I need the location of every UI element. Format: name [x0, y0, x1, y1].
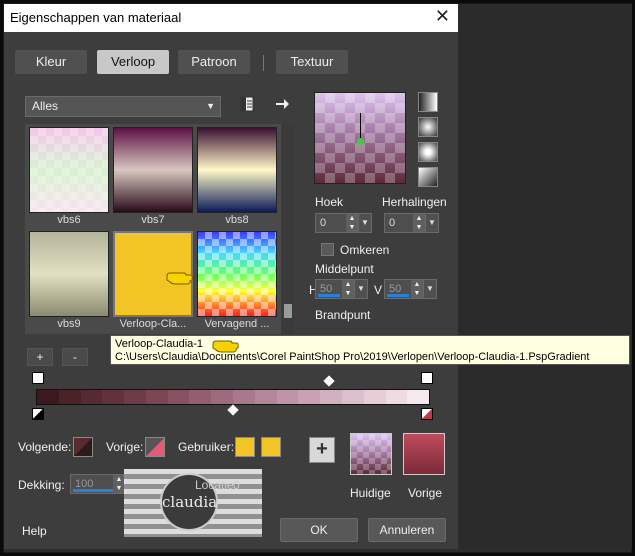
gradient-thumb[interactable] [29, 127, 109, 213]
scrollbar-thumb[interactable] [284, 304, 292, 318]
tooltip-path: C:\Users\Claudia\Documents\Corel PaintSh… [115, 351, 590, 363]
midpoint-v-field[interactable]: 50 ▲ ▼ ▼ [384, 279, 437, 299]
next-color-swatch[interactable] [73, 437, 93, 457]
gradient-thumb[interactable] [197, 127, 277, 213]
tab-separator [263, 55, 264, 71]
gradient-label: Vervagend ... [204, 318, 270, 330]
tab-patroon[interactable]: Patroon [178, 50, 250, 74]
add-stop-button[interactable]: + [27, 348, 53, 366]
current-label: Huidige [350, 486, 391, 500]
invert-checkbox[interactable] [321, 243, 334, 256]
chevron-down-icon[interactable]: ▼ [423, 279, 437, 299]
midpoint-label: Middelpunt [315, 262, 374, 276]
ok-button[interactable]: OK [280, 518, 358, 542]
remove-stop-button[interactable]: - [62, 348, 88, 366]
tab-kleur[interactable]: Kleur [15, 50, 87, 74]
chevron-down-icon[interactable]: ▼ [425, 213, 439, 233]
v-label: V [374, 283, 383, 297]
angle-value: 0 [320, 217, 327, 229]
previous-swatch[interactable] [403, 433, 445, 475]
gallery-scrollbar[interactable] [282, 124, 294, 334]
focal-label: Brandpunt [315, 308, 371, 322]
midpoint-h-field[interactable]: 50 ▲ ▼ ▼ [315, 279, 368, 299]
window-title: Eigenschappen van materiaal [10, 10, 182, 25]
spin-buttons[interactable]: ▲ ▼ [346, 214, 358, 232]
hand-pointer-icon [166, 268, 194, 291]
previous-label: Vorige [408, 486, 443, 500]
close-icon[interactable]: ✕ [435, 6, 450, 27]
sunburst-style-icon[interactable] [418, 167, 438, 187]
color-stop-marker[interactable] [421, 408, 433, 420]
spin-buttons[interactable]: ▲ ▼ [342, 280, 354, 298]
category-value: Alles [32, 99, 59, 113]
watermark-text: claudia [162, 493, 218, 511]
invert-label: Omkeren [340, 243, 390, 257]
location-value: 0 [233, 478, 240, 492]
opacity-stop-marker[interactable] [421, 372, 433, 384]
radial-style-icon[interactable] [418, 142, 438, 162]
title-bar: Eigenschappen van materiaal ✕ [4, 4, 458, 32]
add-swatch-icon[interactable]: + [309, 437, 335, 463]
gradient-tooltip: Verloop-Claudia-1 C:\Users\Claudia\Docum… [110, 335, 630, 365]
gradient-thumb[interactable] [29, 231, 109, 317]
category-dropdown[interactable]: Alles ▼ [25, 96, 221, 117]
v-slider-bar [387, 294, 409, 297]
file-browser-icon[interactable] [238, 96, 256, 114]
angle-field[interactable]: 0 ▲ ▼ ▼ [315, 213, 372, 233]
hand-pointer-icon [212, 336, 240, 359]
current-swatch[interactable] [350, 433, 392, 475]
prev-color-swatch[interactable] [145, 437, 165, 457]
chevron-down-icon: ▼ [206, 101, 215, 111]
gradient-label: vbs8 [225, 214, 249, 226]
user-label: Gebruiker: [178, 440, 235, 454]
spin-buttons[interactable]: ▲ ▼ [411, 280, 423, 298]
cancel-button[interactable]: Annuleren [368, 518, 446, 542]
gradient-editor-bar[interactable] [36, 389, 430, 405]
angle-label: Hoek [315, 195, 344, 209]
gradient-thumb[interactable] [197, 231, 277, 317]
opacity-label: Dekking: [18, 478, 65, 492]
prev-label: Vorige: [106, 440, 144, 454]
gradient-thumb[interactable] [113, 127, 193, 213]
watermark-stamp: claudia [124, 469, 262, 537]
h-slider-bar [318, 294, 340, 297]
gradient-label: vbs6 [57, 214, 81, 226]
gradient-label: Verloop-Cla... [119, 318, 187, 330]
tab-verloop[interactable]: Verloop [97, 50, 169, 74]
background-panel [458, 4, 632, 549]
gradient-label: vbs7 [141, 214, 165, 226]
linear-style-icon[interactable] [418, 92, 438, 112]
repeats-field[interactable]: 0 ▲ ▼ ▼ [384, 213, 439, 233]
tab-textuur[interactable]: Textuur [276, 50, 348, 74]
repeats-value: 0 [389, 217, 396, 229]
location-label: Locatie: [195, 478, 238, 492]
user-color-swatch-alt[interactable] [261, 437, 281, 457]
rectangular-style-icon[interactable] [418, 117, 438, 137]
tooltip-name: Verloop-Claudia-1 [115, 338, 204, 350]
repeats-label: Herhalingen [382, 195, 447, 209]
gradient-preview[interactable] [314, 92, 406, 184]
next-label: Volgende: [18, 440, 72, 454]
chevron-down-icon[interactable]: ▼ [354, 279, 368, 299]
user-color-swatch[interactable] [235, 437, 255, 457]
chevron-down-icon[interactable]: ▼ [358, 213, 372, 233]
gradient-label: vbs9 [57, 318, 81, 330]
arrow-right-icon[interactable] [273, 96, 291, 114]
spin-buttons[interactable]: ▲ ▼ [413, 214, 425, 232]
color-stop-marker[interactable] [32, 408, 44, 420]
help-label[interactable]: Help [22, 524, 47, 538]
opacity-stop-marker[interactable] [32, 372, 44, 384]
opacity-field[interactable]: 100 ▲ ▼ [70, 474, 126, 494]
